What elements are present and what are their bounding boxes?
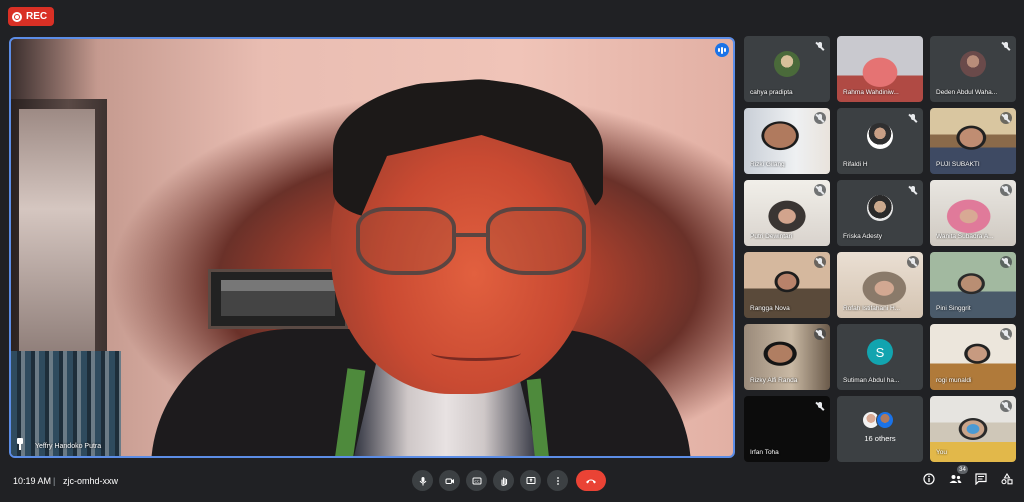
meeting-code: zjc-omhd-xxw xyxy=(63,476,119,486)
mic-off-icon xyxy=(1000,112,1012,124)
participant-tile[interactable]: Irfan Toha xyxy=(744,396,830,462)
others-avatars xyxy=(862,411,898,429)
speaking-indicator-icon xyxy=(715,43,729,57)
main-speaker-tile[interactable]: Yeffry Handoko Putra xyxy=(9,37,735,458)
participant-name: Friska Adesty xyxy=(843,233,883,240)
mic-off-icon xyxy=(1000,256,1012,268)
meeting-details-button[interactable] xyxy=(922,472,936,486)
mic-off-icon xyxy=(909,114,917,123)
mic-icon xyxy=(419,476,426,485)
leave-call-button[interactable] xyxy=(576,470,606,491)
hand-icon xyxy=(500,476,507,486)
participant-tile[interactable]: Rahma Wahdiniw... xyxy=(837,36,923,102)
mic-off-icon xyxy=(1000,400,1012,412)
participant-name: Deden Abdul Waha... xyxy=(936,89,998,96)
call-controls: CC xyxy=(412,470,606,491)
participant-tile[interactable]: Wanita Subadra A... xyxy=(930,180,1016,246)
people-button[interactable]: 34 xyxy=(948,465,968,486)
raise-hand-button[interactable] xyxy=(493,470,514,491)
meeting-time: 10:19 AM xyxy=(13,476,52,486)
participant-name: Rangga Nova xyxy=(750,305,790,312)
activities-icon xyxy=(1001,473,1013,485)
participant-tile[interactable]: Rizki Gilang xyxy=(744,108,830,174)
participant-name: Irfan Toha xyxy=(750,449,779,456)
side-panel-buttons: 34 xyxy=(922,465,1014,486)
participant-name: Putri Dewintari xyxy=(750,233,793,240)
captions-button[interactable]: CC xyxy=(466,470,487,491)
chat-button[interactable] xyxy=(974,472,988,486)
participant-avatar: S xyxy=(867,339,893,365)
mic-button[interactable] xyxy=(412,470,433,491)
participant-name: Rofah Istifahani H... xyxy=(843,305,901,312)
participant-name: Wanita Subadra A... xyxy=(936,233,994,240)
mic-off-icon xyxy=(1000,328,1012,340)
participant-grid: cahya pradipta Rahma Wahdiniw... Deden Abd… xyxy=(744,36,1016,462)
participant-name: Rifaldi H xyxy=(843,161,868,168)
participant-tile[interactable]: S Sutiman Abdul ha... xyxy=(837,324,923,390)
record-icon xyxy=(12,11,22,22)
speaker-glasses xyxy=(356,207,596,287)
participant-avatar xyxy=(867,123,893,149)
camera-icon xyxy=(445,478,454,484)
present-icon xyxy=(526,476,535,484)
present-button[interactable] xyxy=(520,470,541,491)
chat-icon xyxy=(975,473,987,485)
participant-avatar xyxy=(774,51,800,77)
participant-name: Pini Singgrit xyxy=(936,305,971,312)
pin-icon[interactable] xyxy=(16,438,24,450)
participant-avatar xyxy=(960,51,986,77)
bottom-toolbar: 10:19 AM | zjc-omhd-xxw CC 34 xyxy=(0,462,1024,502)
background-bookshelf xyxy=(11,351,121,456)
participant-tile[interactable]: Rangga Nova xyxy=(744,252,830,318)
participant-name: rogi munaldi xyxy=(936,377,972,384)
people-icon xyxy=(949,475,961,483)
participant-tile[interactable]: You xyxy=(930,396,1016,462)
participant-name: Sutiman Abdul ha... xyxy=(843,377,900,384)
participant-tile[interactable]: 16 others xyxy=(837,396,923,462)
more-icon xyxy=(556,476,559,485)
participant-tile[interactable]: PUJI SUBAKTI xyxy=(930,108,1016,174)
mic-off-icon xyxy=(816,42,824,51)
mic-off-icon xyxy=(907,256,919,268)
meeting-separator: | xyxy=(53,476,56,486)
participant-tile[interactable]: cahya pradipta xyxy=(744,36,830,102)
participant-avatar xyxy=(867,195,893,221)
info-icon xyxy=(923,473,935,485)
mic-off-icon xyxy=(814,256,826,268)
participant-name: cahya pradipta xyxy=(750,89,793,96)
participant-tile[interactable]: Putri Dewintari xyxy=(744,180,830,246)
others-count-label: 16 others xyxy=(864,434,896,443)
mic-off-icon xyxy=(1000,184,1012,196)
mic-off-icon xyxy=(1002,42,1010,51)
phone-end-icon xyxy=(586,479,596,483)
participant-tile[interactable]: Rofah Istifahani H... xyxy=(837,252,923,318)
more-options-button[interactable] xyxy=(547,470,568,491)
mic-off-icon xyxy=(814,112,826,124)
recording-indicator: REC xyxy=(8,7,55,26)
mic-off-icon xyxy=(814,328,826,340)
background-certificate xyxy=(208,269,348,329)
speaker-mouth xyxy=(431,345,521,361)
main-speaker-name: Yeffry Handoko Putra xyxy=(35,443,102,450)
participant-tile[interactable]: rogi munaldi xyxy=(930,324,1016,390)
mic-off-icon xyxy=(816,402,824,411)
participant-tile[interactable]: Rizky Alfi Randa xyxy=(744,324,830,390)
participant-name: You xyxy=(936,449,947,456)
captions-icon: CC xyxy=(472,477,481,484)
participant-name: Rizky Alfi Randa xyxy=(750,377,798,384)
participant-name: PUJI SUBAKTI xyxy=(936,161,980,168)
mic-off-icon xyxy=(814,184,826,196)
participant-tile[interactable]: Friska Adesty xyxy=(837,180,923,246)
participant-name: Rahma Wahdiniw... xyxy=(843,89,899,96)
people-count-badge: 34 xyxy=(957,465,968,474)
participant-name: Rizki Gilang xyxy=(750,161,785,168)
activities-button[interactable] xyxy=(1000,472,1014,486)
recording-label: REC xyxy=(26,11,48,22)
svg-text:CC: CC xyxy=(474,479,479,483)
camera-button[interactable] xyxy=(439,470,460,491)
participant-tile[interactable]: Pini Singgrit xyxy=(930,252,1016,318)
participant-tile[interactable]: Deden Abdul Waha... xyxy=(930,36,1016,102)
participant-tile[interactable]: Rifaldi H xyxy=(837,108,923,174)
mic-off-icon xyxy=(909,186,917,195)
